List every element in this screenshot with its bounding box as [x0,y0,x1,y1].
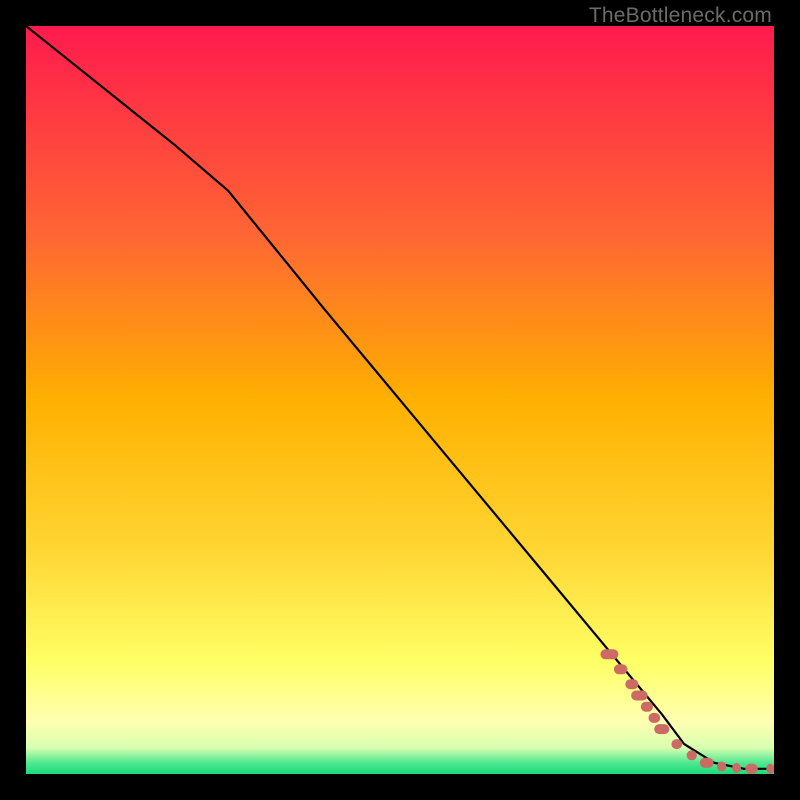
marker-point [649,713,661,723]
watermark-text: TheBottleneck.com [589,4,772,28]
marker-point [700,758,714,768]
marker-point [614,664,628,674]
marker-point [766,764,774,774]
chart-frame: TheBottleneck.com [0,0,800,800]
marker-point [641,702,653,712]
marker-point [671,739,682,749]
plot-area [26,26,774,774]
marker-point [625,679,638,689]
marker-point [745,764,758,774]
curve-layer [26,26,774,774]
marker-point [717,762,726,772]
marker-point [687,750,697,760]
marker-point [600,649,618,659]
bottleneck-curve [26,26,774,769]
marker-group [600,649,774,774]
marker-point [631,691,648,701]
marker-point [732,763,741,773]
marker-point [654,724,669,734]
